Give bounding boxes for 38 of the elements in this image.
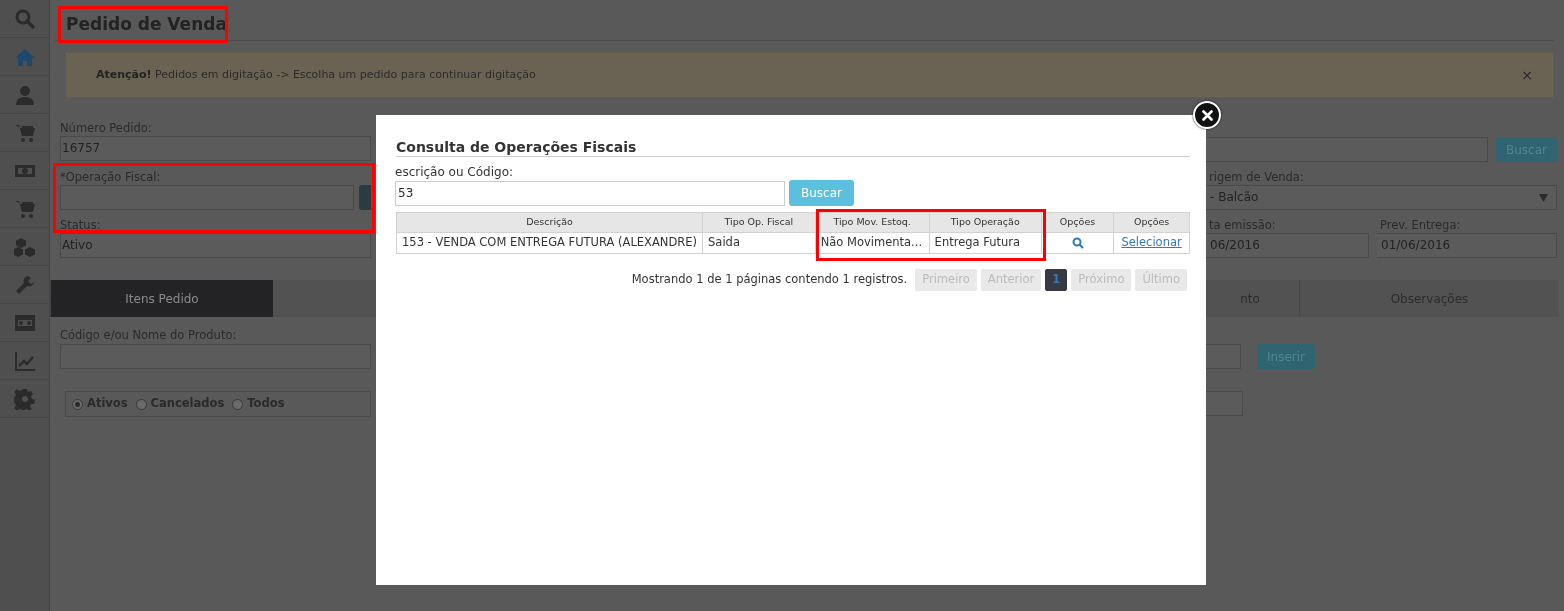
column-header: Opções <box>1113 212 1190 233</box>
search-icon[interactable] <box>1071 236 1084 249</box>
modal-title: Consulta de Operações Fiscais <box>396 135 1190 157</box>
search-field[interactable]: 53 <box>395 180 785 206</box>
close-button[interactable]: × <box>1521 64 1533 86</box>
radio-button[interactable] <box>72 398 83 410</box>
lookup-button[interactable] <box>359 185 371 210</box>
close-icon <box>1201 109 1213 121</box>
table-cell: Entrega Futura <box>929 232 1042 254</box>
page-button[interactable]: 1 <box>1045 269 1068 291</box>
user-icon[interactable] <box>13 83 36 106</box>
pagination-summary: Mostrando 1 de 1 páginas contendo 1 registros. <box>631 271 908 289</box>
table-cell: 153 - VENDA COM ENTREGA FUTURA (ALEXANDRE) <box>396 232 703 254</box>
input-field[interactable] <box>1206 344 1241 369</box>
select-field[interactable]: - Balcão <box>1206 185 1557 210</box>
column-header: Opções <box>1041 212 1114 233</box>
input-field[interactable]: Ativo <box>60 233 371 258</box>
input-field[interactable]: 06/2016 <box>1206 233 1369 258</box>
radio-button[interactable] <box>135 398 147 410</box>
field-label: escrição ou Código: <box>395 164 515 180</box>
close-button[interactable] <box>1193 101 1221 129</box>
column-header: Descrição <box>396 212 703 233</box>
input-field[interactable] <box>1206 391 1243 416</box>
search-icon[interactable] <box>13 7 36 30</box>
column-header: Tipo Operação <box>929 212 1042 233</box>
input-field[interactable]: 01/06/2016 <box>1377 233 1557 258</box>
tab[interactable]: Itens Pedido <box>50 280 273 317</box>
gear-icon[interactable] <box>13 387 36 410</box>
input-field[interactable]: 16757 <box>60 136 371 161</box>
radio-button[interactable] <box>232 398 244 410</box>
column-header: Tipo Op. Fiscal <box>702 212 816 233</box>
alert-message: Atenção! Pedidos em digitação -> Escolha um pedido para continuar digitação <box>96 66 536 83</box>
table-cell: Saida <box>702 232 816 254</box>
chart-icon[interactable] <box>13 349 36 372</box>
search-button[interactable]: Buscar <box>789 180 854 206</box>
input-field[interactable] <box>1206 137 1488 162</box>
caret-icon <box>1539 193 1548 202</box>
boxes-icon[interactable] <box>13 235 36 258</box>
